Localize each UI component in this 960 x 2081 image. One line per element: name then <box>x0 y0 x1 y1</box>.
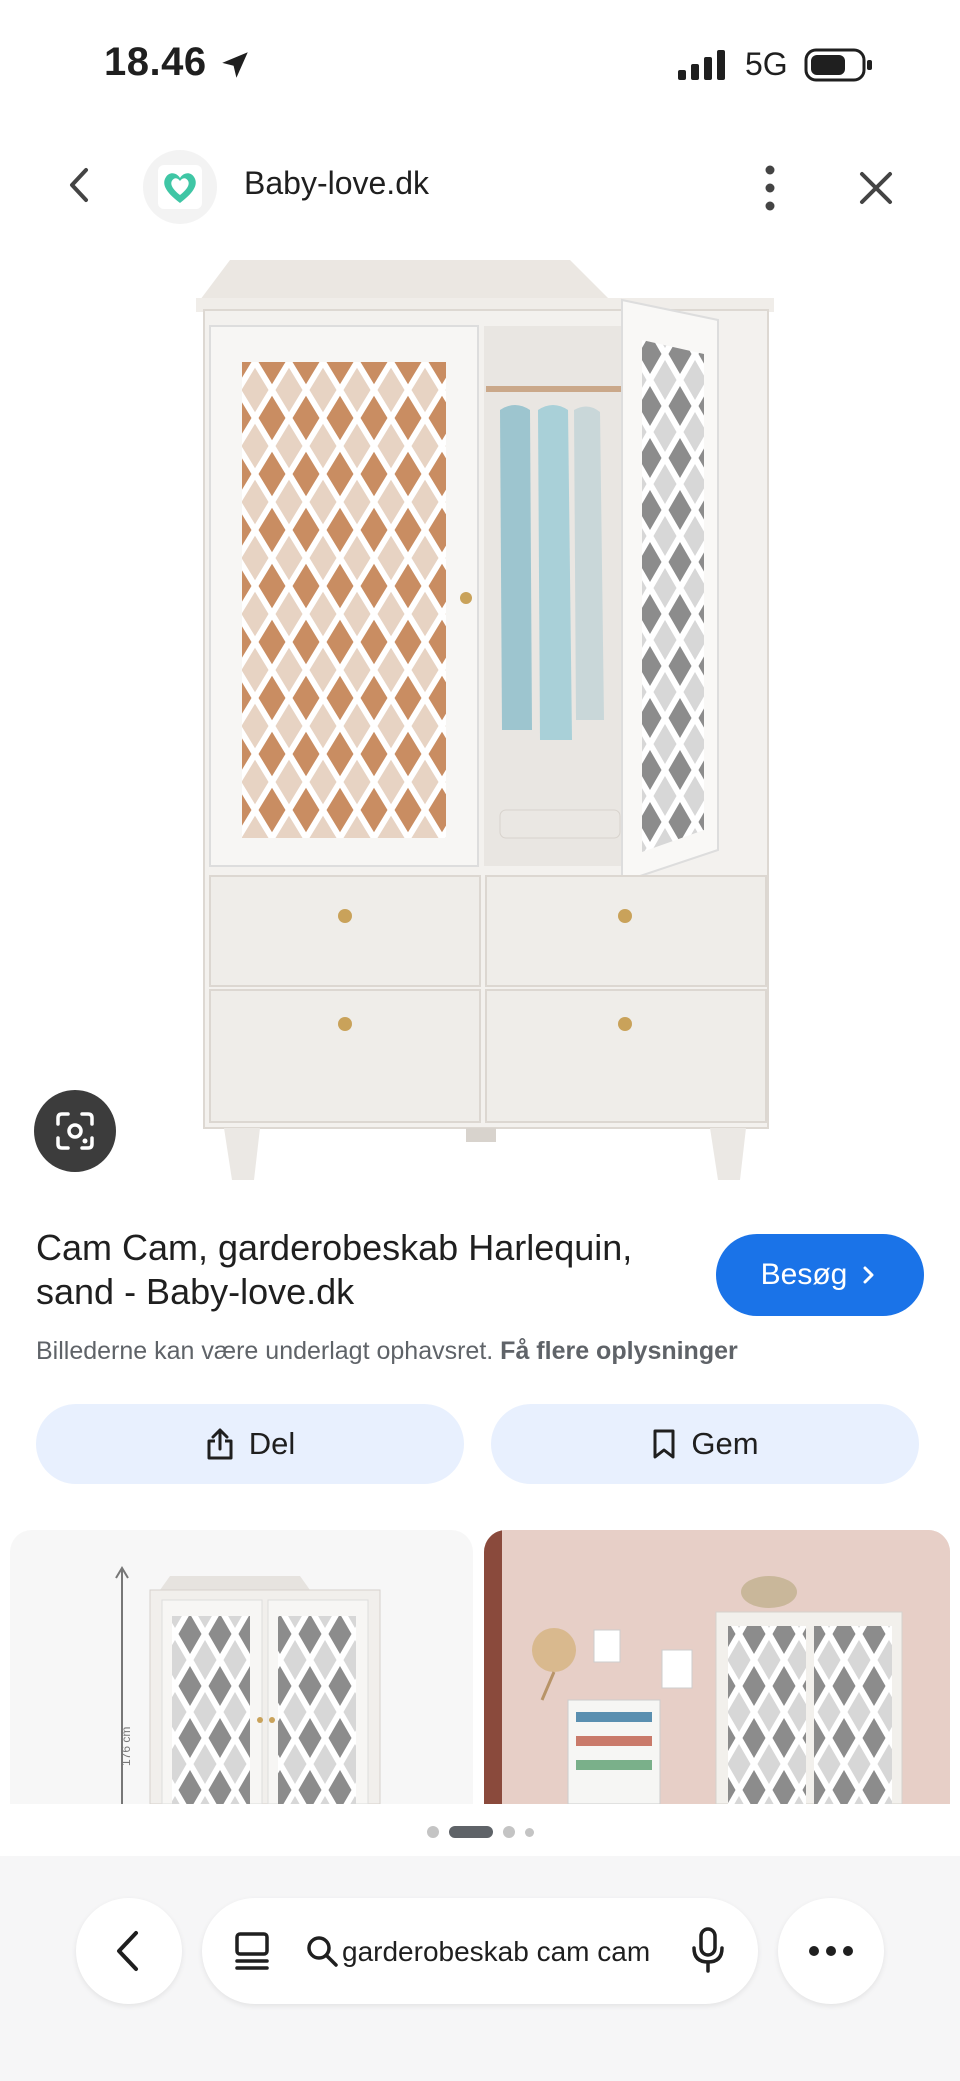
chevron-right-icon <box>863 1266 874 1284</box>
chevron-left-icon <box>117 1931 138 1971</box>
related-image-1[interactable]: 176 cm <box>10 1530 473 1804</box>
save-label: Gem <box>691 1426 759 1461</box>
signal-icon <box>678 50 725 80</box>
share-label: Del <box>248 1426 296 1461</box>
heart-logo-icon <box>158 165 202 209</box>
lens-icon <box>56 1112 94 1150</box>
close-icon[interactable] <box>856 168 896 208</box>
related-image-2[interactable] <box>484 1530 950 1804</box>
visit-button-label: Besøg <box>760 1258 848 1291</box>
nursery-room-image <box>484 1530 950 1804</box>
location-arrow-icon <box>222 52 248 78</box>
site-logo[interactable] <box>143 150 217 224</box>
more-vert-icon[interactable] <box>755 162 785 214</box>
product-image[interactable] <box>170 250 790 1210</box>
more-horiz-icon <box>809 1946 853 1956</box>
carousel-pager <box>0 1822 960 1842</box>
more-info-link[interactable]: Få flere oplysninger <box>500 1337 738 1365</box>
save-button[interactable]: Gem <box>491 1404 919 1484</box>
more-options-button[interactable] <box>778 1898 884 2004</box>
visit-button[interactable]: Besøg <box>716 1234 924 1316</box>
dimension-label: 176 cm <box>119 1727 133 1766</box>
pager-dot <box>524 1827 534 1837</box>
copyright-text: Billederne kan være underlagt ophavsret. <box>36 1337 494 1365</box>
copyright-notice: Billederne kan være underlagt ophavsret.… <box>36 1337 738 1366</box>
site-name[interactable]: Baby-love.dk <box>244 165 429 202</box>
nav-back-button[interactable] <box>76 1898 182 2004</box>
result-title[interactable]: Cam Cam, garderobeskab Harlequin, sand -… <box>36 1226 676 1314</box>
battery-icon <box>804 48 872 82</box>
pager-dot <box>502 1826 515 1838</box>
network-type: 5G <box>745 46 788 82</box>
lens-button[interactable] <box>34 1090 116 1172</box>
bookmark-icon <box>653 1429 675 1459</box>
back-icon[interactable] <box>54 160 104 210</box>
pager-dot <box>426 1826 439 1838</box>
search-icon <box>307 1936 338 1967</box>
share-button[interactable]: Del <box>36 1404 464 1484</box>
status-time: 18.46 <box>104 40 207 84</box>
pager-dot-active <box>448 1826 493 1838</box>
mic-icon[interactable] <box>690 1926 726 1974</box>
tabs-icon[interactable] <box>232 1930 272 1972</box>
wardrobe-dimension-image: 176 cm <box>115 1566 381 1804</box>
share-icon <box>207 1428 233 1460</box>
search-query[interactable]: garderobeskab cam cam <box>342 1936 662 1968</box>
